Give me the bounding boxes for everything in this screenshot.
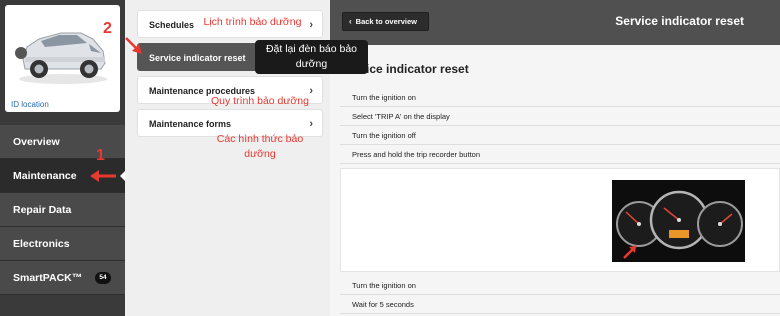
sidebar-item-label: SmartPACK™ (13, 272, 83, 284)
annotation-line: Đặt lại đèn báo bảo (265, 43, 358, 55)
id-location-link[interactable]: ID location (11, 100, 49, 109)
annotation-reset-callout: Đặt lại đèn báo bảo dưỡng (255, 40, 368, 74)
submenu-item-label: Maintenance forms (149, 119, 232, 129)
annotation-line: Các hình thức bảo (216, 133, 304, 145)
sidebar: ID location Overview Maintenance Repair … (0, 0, 125, 316)
back-to-overview-button[interactable]: ‹ Back to overview (342, 12, 429, 31)
sidebar-item-smartpack[interactable]: SmartPACK™ 54 (0, 261, 125, 295)
annotation-arrow-icon (90, 170, 116, 182)
sidebar-item-label: Repair Data (13, 204, 72, 216)
annotation-number-2: 2 (103, 20, 112, 37)
procedure-step: Turn the ignition on (340, 276, 780, 295)
chevron-left-icon: ‹ (349, 17, 352, 26)
chevron-right-icon: › (309, 19, 313, 31)
back-button-label: Back to overview (355, 17, 417, 26)
annotation-schedules: Lịch trình bảo dưỡng (203, 16, 302, 28)
header-title: Service indicator reset (615, 14, 744, 28)
submenu-item-label: Schedules (149, 20, 195, 30)
annotation-forms: Các hình thức bảo dưỡng (210, 132, 310, 162)
procedure-step: Turn the ignition on (340, 88, 780, 107)
submenu-item-label: Service indicator reset (149, 53, 246, 63)
content-header: ‹ Back to overview Service indicator rese… (330, 0, 780, 45)
procedure-step: Press and hold the trip recorder button (340, 145, 780, 164)
sidebar-nav: Overview Maintenance Repair Data Electro… (0, 125, 125, 295)
content-panel: ‹ Back to overview Service indicator rese… (330, 0, 780, 316)
annotation-line: dưỡng (244, 148, 276, 160)
dashboard-gauge-image (612, 180, 745, 262)
procedure-step: Turn the ignition off (340, 126, 780, 145)
car-image (15, 32, 107, 84)
sidebar-item-electronics[interactable]: Electronics (0, 227, 125, 261)
annotation-line: dưỡng (295, 58, 328, 70)
sidebar-item-label: Maintenance (13, 170, 77, 182)
annotation-procedures: Quy trình bảo dưỡng (211, 95, 309, 107)
sidebar-item-repair-data[interactable]: Repair Data (0, 193, 125, 227)
count-badge: 54 (95, 272, 111, 284)
annotation-arrow-icon (125, 37, 142, 54)
annotation-number-1: 1 (96, 147, 105, 164)
procedure-step: Select 'TRIP A' on the display (340, 107, 780, 126)
sidebar-item-overview[interactable]: Overview (0, 125, 125, 159)
sidebar-item-label: Electronics (13, 238, 70, 250)
instrument-cluster-figure (340, 168, 780, 272)
procedure-step: Wait for 5 seconds (340, 295, 780, 314)
sidebar-item-label: Overview (13, 136, 60, 148)
